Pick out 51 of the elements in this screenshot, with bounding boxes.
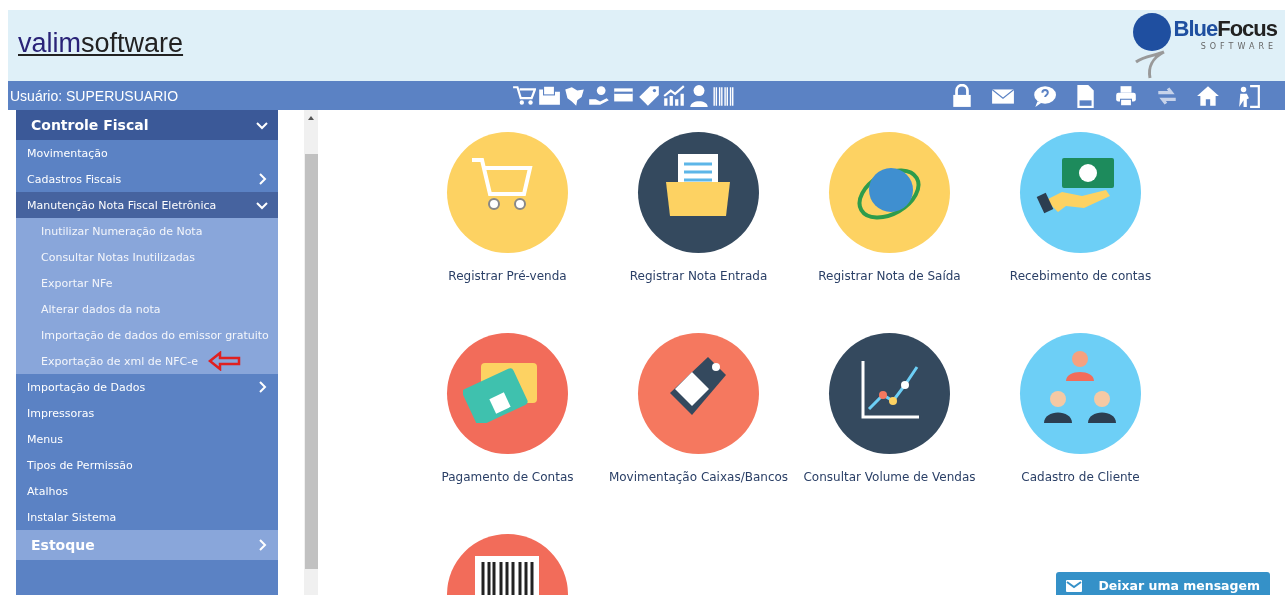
exit-door-icon[interactable]	[1237, 83, 1261, 108]
chart-icon[interactable]	[662, 83, 686, 108]
tile-label[interactable]: Pagamento de Contas	[441, 470, 574, 484]
menu-item[interactable]: Tipos de Permissão	[16, 452, 278, 478]
submenu-item[interactable]: Alterar dados da nota	[41, 302, 161, 316]
person-icon[interactable]	[687, 83, 711, 108]
scroll-up-icon[interactable]	[307, 114, 315, 122]
submenu-item[interactable]: Importação de dados do emissor gratuito	[41, 328, 269, 342]
shopping-cart-icon	[469, 158, 533, 212]
price-tag-icon[interactable]	[637, 83, 661, 108]
menu-item[interactable]: Impressoras	[16, 400, 278, 426]
menu-item[interactable]: Menus	[16, 426, 278, 452]
tile-label[interactable]: Cadastro de Cliente	[1021, 470, 1140, 484]
section-header[interactable]: Controle Fiscal	[16, 110, 278, 140]
submenu-item[interactable]: Consultar Notas Inutilizadas	[41, 250, 196, 264]
lock-icon[interactable]	[950, 83, 974, 108]
chevron-down-icon	[256, 119, 268, 131]
menu-item[interactable]: Importação de Dados	[16, 374, 278, 400]
menu-item[interactable]: Instalar Sistema	[16, 504, 278, 530]
submenu-item[interactable]: Inutilizar Numeração de Nota	[41, 224, 203, 238]
leave-message-button[interactable]: Deixar uma mensagem	[1056, 572, 1270, 595]
brand-tagline: SOFTWARE	[1200, 42, 1277, 51]
menu-item[interactable]: Manutenção Nota Fiscal Eletrônica	[16, 192, 278, 218]
tile-label[interactable]: Registrar Pré-venda	[448, 269, 567, 283]
menu-item[interactable]: Atalhos	[16, 478, 278, 504]
tile-label[interactable]: Registrar Nota de Saída	[818, 269, 961, 283]
valimsoftware-logo: valimsoftware	[18, 28, 184, 59]
menu-item[interactable]: Cadastros Fiscais	[16, 166, 278, 192]
chevron-right-icon	[256, 173, 268, 185]
submenu-item[interactable]: Exportação de xml de NFC-e	[41, 354, 198, 368]
chevron-right-icon	[256, 381, 268, 393]
folder-document-icon	[666, 154, 730, 216]
submenu-item[interactable]: Exportar NFe	[41, 276, 113, 290]
tile-label[interactable]: Recebimento de contas	[1009, 269, 1152, 283]
tile-label[interactable]: Consultar Volume de Vendas	[803, 470, 976, 484]
printer-icon[interactable]	[1114, 83, 1138, 108]
hand-coin-icon[interactable]	[587, 83, 611, 108]
menu-item[interactable]: Movimentação	[16, 140, 278, 166]
people-icon	[1042, 351, 1118, 425]
help-icon[interactable]	[1032, 83, 1056, 108]
tile-label[interactable]: Movimentação Caixas/Bancos	[608, 470, 789, 484]
user-label: Usuário: SUPERUSUARIO	[10, 87, 180, 104]
chevron-down-icon	[256, 199, 268, 211]
folder-icon[interactable]	[537, 83, 561, 108]
mail-icon	[1066, 579, 1083, 592]
cart-icon[interactable]	[512, 83, 536, 108]
tile-label[interactable]: Registrar Nota Entrada	[629, 269, 768, 283]
section-header[interactable]: Estoque	[16, 530, 278, 560]
chevron-right-icon	[256, 539, 268, 551]
line-chart-icon	[861, 359, 921, 419]
brand-name: BlueFocus	[1173, 16, 1277, 42]
